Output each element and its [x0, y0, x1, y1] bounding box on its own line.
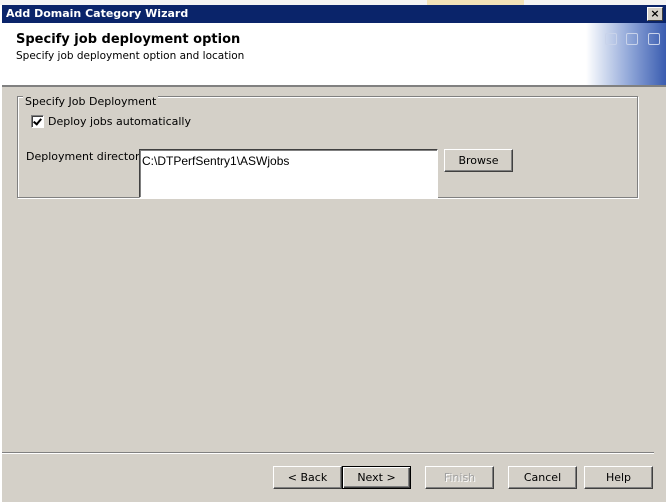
deployment-directory-input[interactable]: C:\DTPerfSentry1\ASWjobs: [139, 149, 438, 198]
banner-square-icon: [626, 33, 638, 45]
page-subtitle: Specify job deployment option and locati…: [16, 50, 245, 62]
wizard-header: Specify job deployment option Specify jo…: [2, 23, 666, 87]
browse-button[interactable]: Browse: [444, 149, 513, 172]
checkbox-checked-icon[interactable]: [31, 115, 44, 128]
back-button[interactable]: < Back: [273, 466, 342, 489]
next-button[interactable]: Next >: [342, 466, 411, 489]
cancel-button[interactable]: Cancel: [508, 466, 577, 489]
footer-divider: [2, 452, 654, 454]
window-title: Add Domain Category Wizard: [6, 7, 189, 20]
wizard-dialog: Add Domain Category Wizard × Specify job…: [0, 5, 666, 502]
help-button[interactable]: Help: [584, 466, 653, 489]
banner-square-icon: [648, 33, 660, 45]
group-legend: Specify Job Deployment: [23, 95, 159, 108]
finish-button: Finish: [425, 466, 494, 489]
deployment-directory-label: Deployment directory:: [26, 150, 149, 163]
close-button[interactable]: ×: [647, 7, 663, 21]
page-title: Specify job deployment option: [16, 32, 241, 47]
deploy-jobs-label: Deploy jobs automatically: [48, 115, 191, 128]
close-icon: ×: [650, 7, 660, 20]
deploy-jobs-checkbox[interactable]: Deploy jobs automatically: [31, 115, 191, 128]
title-bar[interactable]: Add Domain Category Wizard ×: [2, 5, 666, 23]
banner-square-icon: [605, 33, 617, 45]
